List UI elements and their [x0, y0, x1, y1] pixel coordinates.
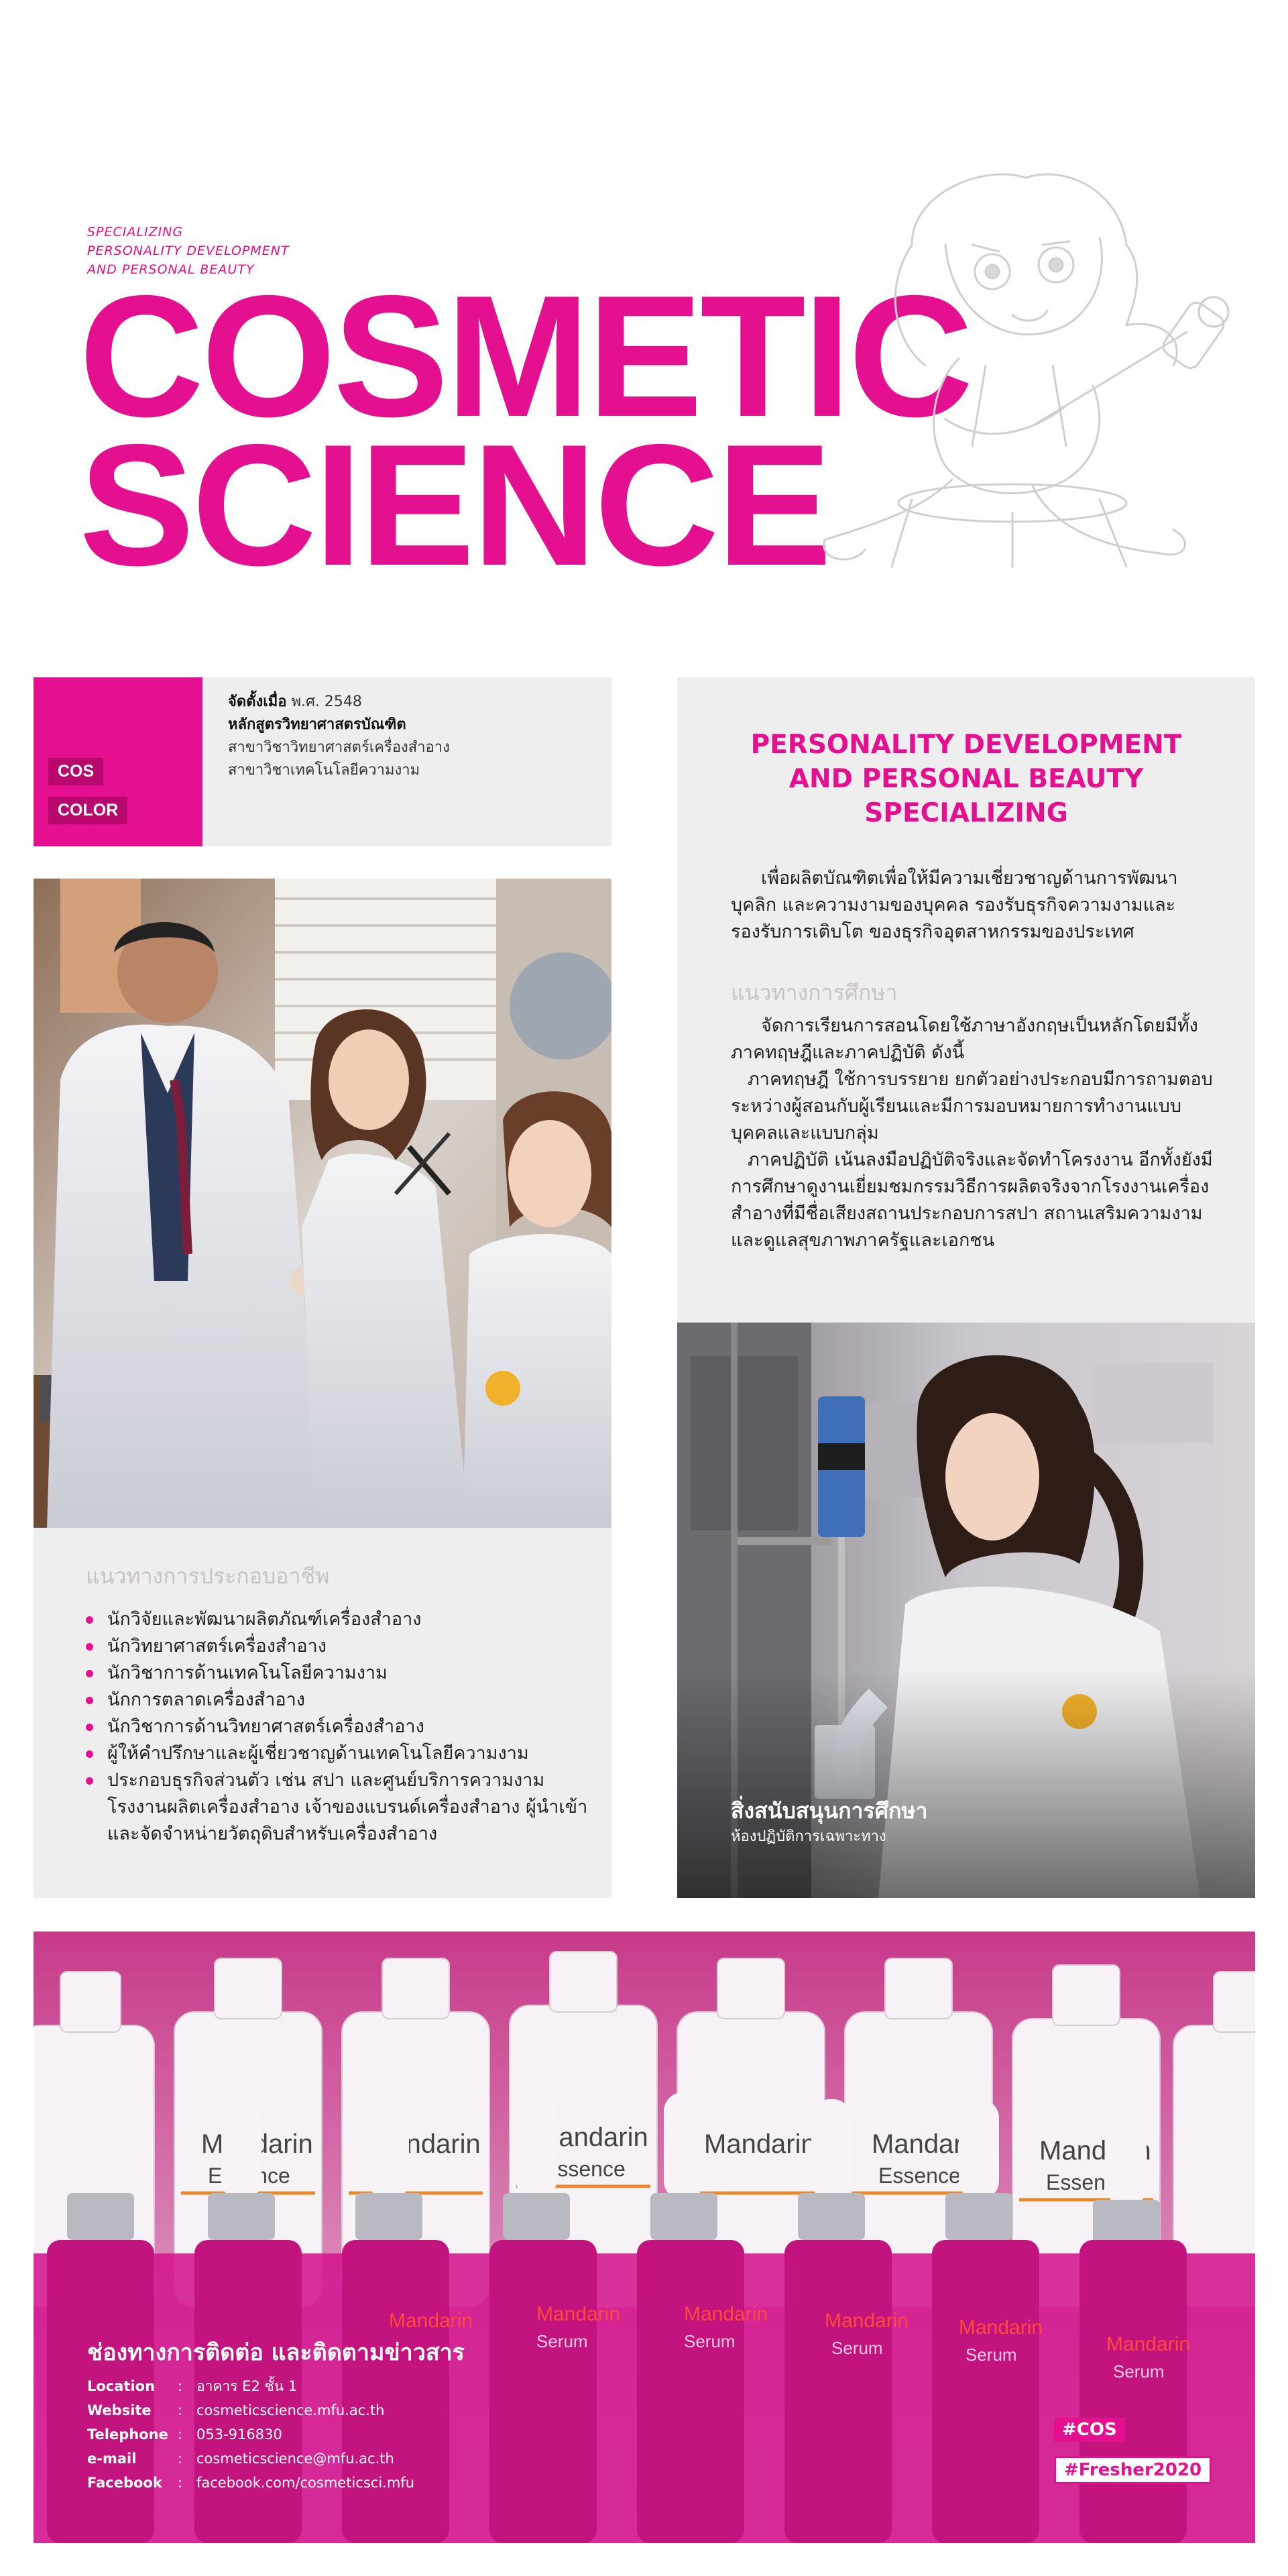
program-title-line: AND PERSONAL BEAUTY: [788, 764, 1144, 794]
bottle-label: Mandarin: [704, 2129, 816, 2159]
contact-label: Facebook: [87, 2475, 162, 2491]
degree-name: หลักสูตรวิทยาศาสตรบัณฑิต: [228, 716, 406, 733]
contact-separator: :: [178, 2475, 183, 2491]
career-item: นักวิจัยและพัฒนาผลิตภัณฑ์เครื่องสำอาง: [86, 1606, 595, 1633]
contact-separator: :: [178, 2451, 183, 2467]
study-paragraph: จัดการเรียนการสอนโดยใช้ภาษาอังกฤษเป็นหลั…: [731, 1015, 1198, 1063]
contact-label: Location: [87, 2378, 156, 2394]
contact-label: e-mail: [87, 2451, 137, 2467]
contact-row-telephone: Telephone : 053-916830: [87, 2422, 414, 2447]
career-item: นักการตลาดเครื่องสำอาง: [86, 1687, 595, 1714]
mascot-sketch-illustration: [823, 173, 1230, 568]
dropper-sublabel: Serum: [965, 2345, 1017, 2365]
dropper-label: Mandarin: [1106, 2333, 1190, 2355]
study-body: จัดการเรียนการสอนโดยใช้ภาษาอังกฤษเป็นหลั…: [731, 1013, 1214, 1254]
telephone-value: 053-916830: [196, 2426, 282, 2443]
website-link[interactable]: cosmeticscience.mfu.ac.th: [196, 2398, 385, 2422]
contact-row-location: Location : อาคาร E2 ชั้น 1: [87, 2374, 414, 2398]
bottle-sublabel: Essence: [878, 2164, 961, 2188]
major-item: สาขาวิชาเทคโนโลยีความงาม: [228, 762, 420, 779]
contact-row-email: e-mail : cosmeticscience@mfu.ac.th: [87, 2447, 414, 2471]
contact-row-facebook: Facebook : facebook.com/cosmeticsci.mfu: [87, 2471, 414, 2495]
dropper-label: Mandarin: [389, 2310, 473, 2332]
dropper-sublabel: Serum: [1113, 2361, 1165, 2382]
program-intro: เพื่อผลิตบัณฑิตเพื่อให้มีความเชี่ยวชาญด้…: [731, 868, 1178, 942]
career-item: ผู้ให้คำปรึกษาและผู้เชี่ยวชาญด้านเทคโนโล…: [86, 1740, 595, 1767]
career-item: นักวิชาการด้านวิทยาศาสตร์เครื่องสำอาง: [86, 1714, 595, 1740]
tag-color: COLOR: [48, 797, 128, 824]
tagline-line: SPECIALIZING: [87, 225, 184, 239]
contact-value: อาคาร E2 ชั้น 1: [196, 2378, 298, 2394]
major-item: สาขาวิชาวิทยาศาสตร์เครื่องสำอาง: [228, 739, 450, 756]
program-title-line: PERSONALITY DEVELOPMENT: [750, 730, 1182, 760]
makeup-class-photo: [34, 879, 611, 1528]
founded-value: พ.ศ. 2548: [291, 693, 362, 710]
email-link[interactable]: cosmeticscience@mfu.ac.th: [196, 2447, 394, 2471]
contact-separator: :: [178, 2402, 183, 2418]
dropper-label: Mandarin: [684, 2303, 768, 2325]
contact-separator: :: [178, 2426, 183, 2443]
dropper-sublabel: Serum: [684, 2331, 736, 2351]
tag-cos: COS: [48, 758, 104, 785]
dropper-sublabel: Serum: [536, 2331, 588, 2351]
contact-label: Website: [87, 2402, 152, 2418]
dropper-label: Mandarin: [959, 2316, 1043, 2339]
program-title: PERSONALITY DEVELOPMENT AND PERSONAL BEA…: [677, 728, 1255, 830]
dropper-sublabel: Serum: [831, 2338, 883, 2358]
study-paragraph: ภาคทฤษฎี ใช้การบรรยาย ยกตัวอย่างประกอบมี…: [731, 1069, 1213, 1143]
career-item: ประกอบธุรกิจส่วนตัว เช่น สปา และศูนย์บริ…: [86, 1767, 595, 1848]
contact-separator: :: [178, 2378, 183, 2394]
founded-label: จัดตั้งเมื่อ: [228, 693, 287, 710]
career-item: นักวิทยาศาสตร์เครื่องสำอาง: [86, 1633, 595, 1660]
brand-block: COS COLOR: [34, 677, 202, 846]
tagline-line: PERSONALITY DEVELOPMENT: [87, 243, 290, 258]
hashtag-cos: #COS: [1054, 2418, 1125, 2442]
contact-table: Location : อาคาร E2 ชั้น 1 Website : cos…: [87, 2374, 414, 2495]
facility-subtitle: ห้องปฏิบัติการเฉพาะทาง: [731, 1828, 886, 1845]
contact-heading: ช่องทางการติดต่อ และติดตามข่าวสาร: [87, 2339, 465, 2366]
program-title-line: SPECIALIZING: [864, 798, 1068, 828]
study-paragraph: ภาคปฏิบัติ เน้นลงมือปฏิบัติจริงและจัดทำโ…: [731, 1150, 1213, 1251]
contact-row-website: Website : cosmeticscience.mfu.ac.th: [87, 2398, 414, 2422]
dropper-label: Mandarin: [536, 2303, 620, 2325]
career-heading: แนวทางการประกอบอาชีพ: [86, 1563, 330, 1589]
facility-title: สิ่งสนับสนุนการศึกษา: [731, 1798, 928, 1824]
study-heading: แนวทางการศึกษา: [731, 980, 898, 1005]
hashtag-fresher: #Fresher2020: [1054, 2456, 1212, 2484]
facebook-link[interactable]: facebook.com/cosmeticsci.mfu: [196, 2471, 414, 2495]
career-item: นักวิชาการด้านเทคโนโลยีความงาม: [86, 1660, 595, 1687]
dropper-label: Mandarin: [825, 2310, 909, 2332]
program-info: จัดตั้งเมื่อ พ.ศ. 2548 หลักสูตรวิทยาศาสต…: [228, 691, 450, 782]
contact-label: Telephone: [87, 2426, 168, 2443]
career-list: นักวิจัยและพัฒนาผลิตภัณฑ์เครื่องสำอาง นั…: [86, 1606, 595, 1848]
